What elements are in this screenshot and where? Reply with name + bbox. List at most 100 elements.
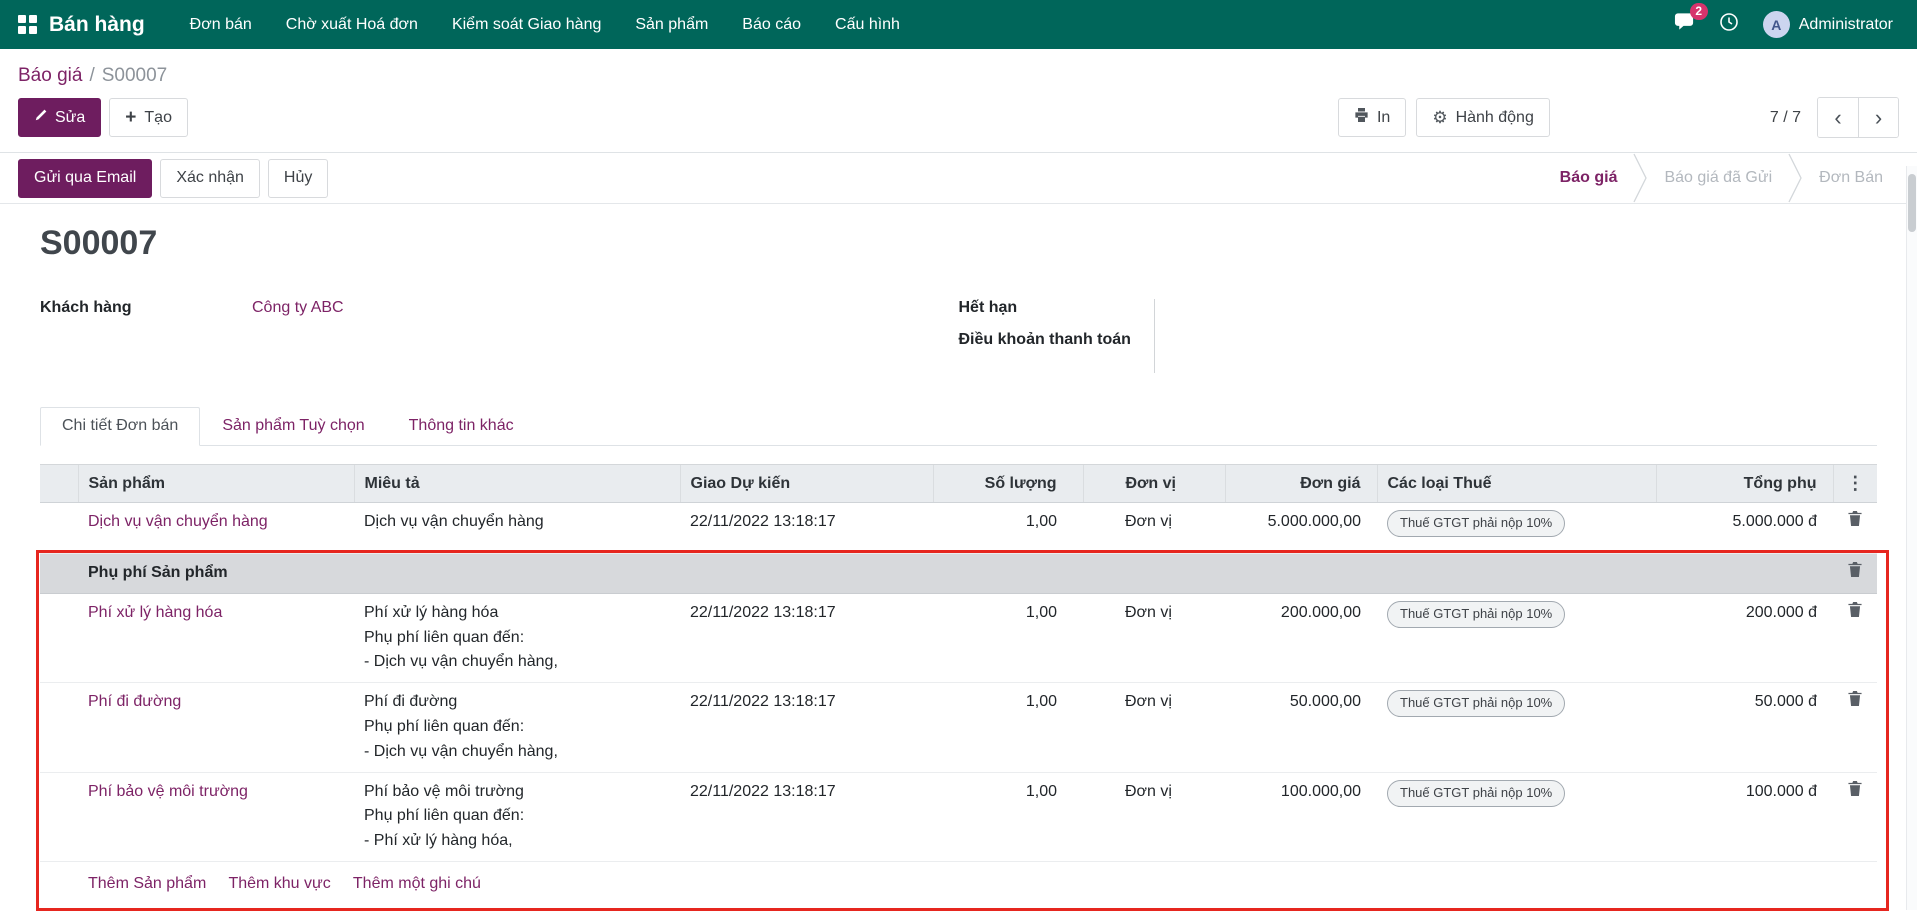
line-description: Dịch vụ vận chuyển hàng [354,502,680,554]
column-header-description[interactable]: Miêu tả [353,464,680,503]
form-sheet: S00007 Khách hàng Công ty ABC Hết hạn Đi… [0,204,1917,910]
create-button[interactable]: + Tạo [109,98,188,137]
status-step-don-ban[interactable]: Đơn Bán [1803,169,1899,187]
breadcrumb-parent-link[interactable]: Báo giá [18,65,82,86]
messages-count-badge: 2 [1689,3,1708,20]
breadcrumb: Báo giá / S00007 [0,49,1917,87]
column-header-product[interactable]: Sản phẩm [77,464,354,503]
unit-price-value: 5.000.000,00 [1225,502,1377,554]
user-name: Administrator [1798,15,1893,33]
cancel-button[interactable]: Hủy [267,158,329,198]
pager: 7 / 7 ‹ › [1770,97,1899,138]
table-row[interactable]: Phí bảo vệ môi trường Phí bảo vệ môi trư… [40,772,1877,862]
tab-san-pham-tuy-chon[interactable]: Sản phẩm Tuỳ chọn [200,407,386,446]
row-drag-handle[interactable] [40,772,78,862]
send-email-button[interactable]: Gửi qua Email [18,158,153,198]
uom-value: Đơn vị [1083,682,1225,773]
quantity-value: 1,00 [933,502,1083,554]
right-labels-block: Hết hạn Điều khoản thanh toán [959,299,1155,373]
edit-button-label: Sửa [55,108,86,126]
handle-column-header [40,464,78,503]
delivery-date: 22/11/2022 13:18:17 [680,682,933,773]
activities-button[interactable] [1719,12,1739,37]
table-row[interactable]: Phí xử lý hàng hóa Phí xử lý hàng hóa Ph… [40,593,1877,684]
add-product-link[interactable]: Thêm Sản phẩm [88,875,206,892]
column-header-quantity[interactable]: Số lượng [932,464,1083,503]
product-link[interactable]: Phí xử lý hàng hóa [88,604,222,621]
nav-item-cho-xuat-hoa-don[interactable]: Chờ xuất Hoá đơn [269,0,435,49]
action-button-label: Hành động [1455,108,1534,126]
pager-previous-button[interactable]: ‹ [1818,98,1858,137]
app-brand[interactable]: Bán hàng [49,13,145,37]
column-header-taxes[interactable]: Các loại Thuế [1376,464,1656,503]
uom-value: Đơn vị [1083,772,1225,862]
messages-button[interactable]: 2 [1674,3,1708,37]
plus-icon: + [125,107,137,128]
tax-tag: Thuế GTGT phải nộp 10% [1387,779,1566,807]
row-drag-handle[interactable] [40,682,78,773]
edit-button[interactable]: Sửa [18,98,102,137]
row-drag-handle[interactable] [40,593,78,684]
step-separator-icon [1633,153,1648,203]
status-step-bao-gia[interactable]: Báo giá [1544,169,1634,187]
field-group-left: Khách hàng Công ty ABC [40,299,959,373]
delete-row-icon[interactable] [1848,511,1862,526]
product-link[interactable]: Phí bảo vệ môi trường [88,783,248,800]
table-footer-row: Thêm Sản phẩm Thêm khu vực Thêm một ghi … [40,861,1877,910]
unit-price-value: 200.000,00 [1225,593,1377,684]
create-button-label: Tạo [144,108,172,126]
product-link[interactable]: Phí đi đường [88,693,181,710]
column-header-uom[interactable]: Đơn vị [1082,464,1225,503]
delete-row-icon[interactable] [1848,780,1862,796]
record-title: S00007 [40,224,158,262]
add-section-link[interactable]: Thêm khu vực [228,875,330,892]
status-step-bao-gia-da-gui[interactable]: Báo giá đã Gửi [1648,169,1788,187]
subtotal-value: 200.000 đ [1656,593,1833,684]
table-row[interactable]: Dịch vụ vận chuyển hàng Dịch vụ vận chuy… [40,502,1877,554]
print-button[interactable]: In [1337,98,1407,137]
delete-row-icon[interactable] [1848,601,1862,617]
optional-columns-toggle-icon[interactable]: ⋮ [1838,473,1874,494]
control-panel: Sửa + Tạo In ⚙ Hành động 7 / 7 ‹ › [0,87,1917,152]
clock-icon [1719,12,1739,37]
user-menu[interactable]: A Administrator [1762,11,1893,38]
tab-thong-tin-khac[interactable]: Thông tin khác [387,407,536,446]
product-link[interactable]: Dịch vụ vận chuyển hàng [88,513,268,530]
quantity-value: 1,00 [933,682,1083,773]
window-scrollbar[interactable] [1906,166,1917,910]
optional-columns-header: ⋮ [1832,464,1877,503]
section-row[interactable]: Phụ phí Sản phẩm [40,553,1877,594]
tax-tag: Thuế GTGT phải nộp 10% [1387,690,1566,718]
scrollbar-thumb[interactable] [1908,174,1916,232]
line-description: Phí bảo vệ môi trường Phụ phí liên quan … [354,772,680,862]
tab-chi-tiet-don-ban[interactable]: Chi tiết Đơn bán [40,407,201,446]
confirm-button[interactable]: Xác nhận [160,158,260,198]
chevron-right-icon: › [1874,104,1883,130]
column-header-unit-price[interactable]: Đơn giá [1224,464,1377,503]
apps-menu-icon[interactable] [18,15,37,34]
column-header-subtotal[interactable]: Tổng phụ [1655,464,1833,503]
quantity-value: 1,00 [933,772,1083,862]
table-row[interactable]: Phí đi đường Phí đi đường Phụ phí liên q… [40,682,1877,773]
avatar: A [1762,11,1790,38]
delete-row-icon[interactable] [1848,691,1862,707]
nav-item-cau-hinh[interactable]: Cấu hình [818,0,917,49]
customer-value-link[interactable]: Công ty ABC [252,299,344,316]
unit-price-value: 50.000,00 [1225,682,1377,773]
delete-row-icon[interactable] [1848,561,1862,577]
breadcrumb-current: S00007 [101,65,168,86]
table-header-row: Sản phẩm Miêu tả Giao Dự kiến Số lượng Đ… [40,464,1877,503]
pager-next-button[interactable]: › [1858,98,1898,137]
line-description: Phí đi đường Phụ phí liên quan đến: - Dị… [354,682,680,773]
field-group-right: Hết hạn Điều khoản thanh toán [959,299,1878,373]
action-button[interactable]: ⚙ Hành động [1416,98,1550,137]
row-drag-handle[interactable] [40,502,78,554]
print-button-label: In [1376,108,1391,126]
nav-item-san-pham[interactable]: Sản phẩm [618,0,725,49]
nav-item-don-ban[interactable]: Đơn bán [173,0,269,49]
nav-item-bao-cao[interactable]: Báo cáo [725,0,818,49]
step-separator-icon [1788,153,1803,203]
column-header-delivery-date[interactable]: Giao Dự kiến [679,464,933,503]
nav-item-kiem-soat-giao-hang[interactable]: Kiểm soát Giao hàng [435,0,618,49]
add-note-link[interactable]: Thêm một ghi chú [353,875,481,892]
